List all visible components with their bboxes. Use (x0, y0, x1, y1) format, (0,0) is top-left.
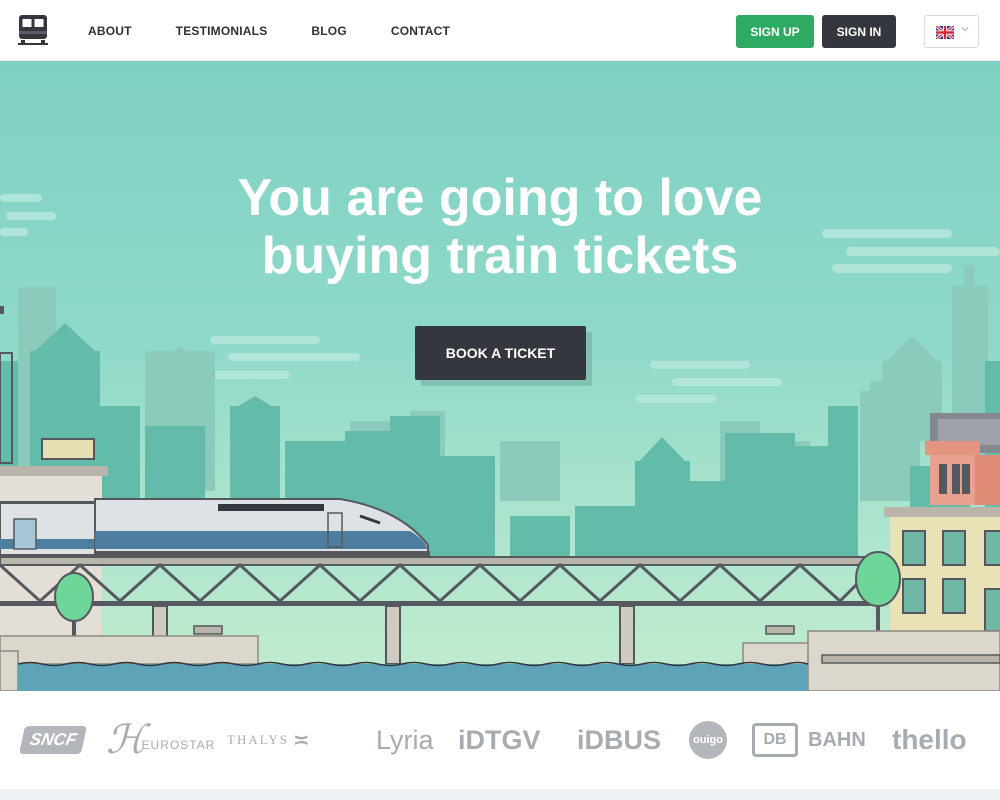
thalys-logo: THALYS (227, 732, 289, 747)
partner-thalys[interactable]: THALYS ≍ (227, 691, 310, 789)
sign-in-button[interactable]: SIGN IN (822, 15, 896, 48)
hero-title: You are going to love buying train ticke… (0, 169, 1000, 285)
nav-link-about[interactable]: ABOUT (88, 24, 132, 38)
sncf-logo: SNCF (19, 726, 88, 754)
partner-db-bahn[interactable]: DB BAHN (752, 691, 866, 789)
river-water (18, 664, 808, 691)
chevron-down-icon (961, 27, 969, 32)
partner-sncf[interactable]: SNCF (19, 691, 88, 789)
partner-eurostar[interactable]: ℋ EUROSTAR (106, 691, 215, 789)
thello-logo: thello (892, 724, 967, 755)
top-navbar: ABOUT TESTIMONIALS BLOG CONTACT SIGN UP … (0, 0, 1000, 61)
eurostar-logo: EUROSTAR (141, 738, 216, 752)
high-speed-train (0, 498, 430, 557)
eurostar-swoosh-icon: ℋ (106, 717, 146, 762)
thalys-swoosh-icon: ≍ (292, 729, 310, 752)
language-selector[interactable] (924, 15, 979, 48)
sign-up-button[interactable]: SIGN UP (736, 15, 814, 48)
uk-flag-icon (936, 26, 954, 39)
partner-logos: SNCF ℋ EUROSTAR THALYS ≍ Lyria iDTGV iDB… (0, 691, 1000, 789)
db-logo: DB (752, 723, 798, 757)
hero-title-line1: You are going to love (237, 169, 763, 227)
bahn-logo: BAHN (808, 728, 866, 751)
nav-link-blog[interactable]: BLOG (311, 24, 346, 38)
nav-link-testimonials[interactable]: TESTIMONIALS (176, 24, 268, 38)
partner-ouigo[interactable]: ouigo (689, 691, 727, 789)
partner-idbus[interactable]: iDBUS (577, 691, 661, 789)
partner-lyria[interactable]: Lyria (376, 691, 434, 789)
partner-thello[interactable]: thello (892, 691, 967, 789)
hero-section: You are going to love buying train ticke… (0, 61, 1000, 691)
nav-link-contact[interactable]: CONTACT (391, 24, 450, 38)
hero-title-line2: buying train tickets (261, 227, 739, 285)
train-logo-icon[interactable] (18, 14, 48, 46)
bottom-section-edge (0, 789, 1000, 800)
nav-links: ABOUT TESTIMONIALS BLOG CONTACT (88, 0, 494, 61)
book-a-ticket-button[interactable]: BOOK A TICKET (415, 326, 586, 380)
partner-idtgv[interactable]: iDTGV (458, 691, 541, 789)
idbus-logo: iDBUS (577, 724, 662, 755)
lyria-logo: Lyria (376, 724, 434, 755)
idtgv-logo: iDTGV (458, 724, 541, 755)
ouigo-logo: ouigo (689, 721, 727, 759)
